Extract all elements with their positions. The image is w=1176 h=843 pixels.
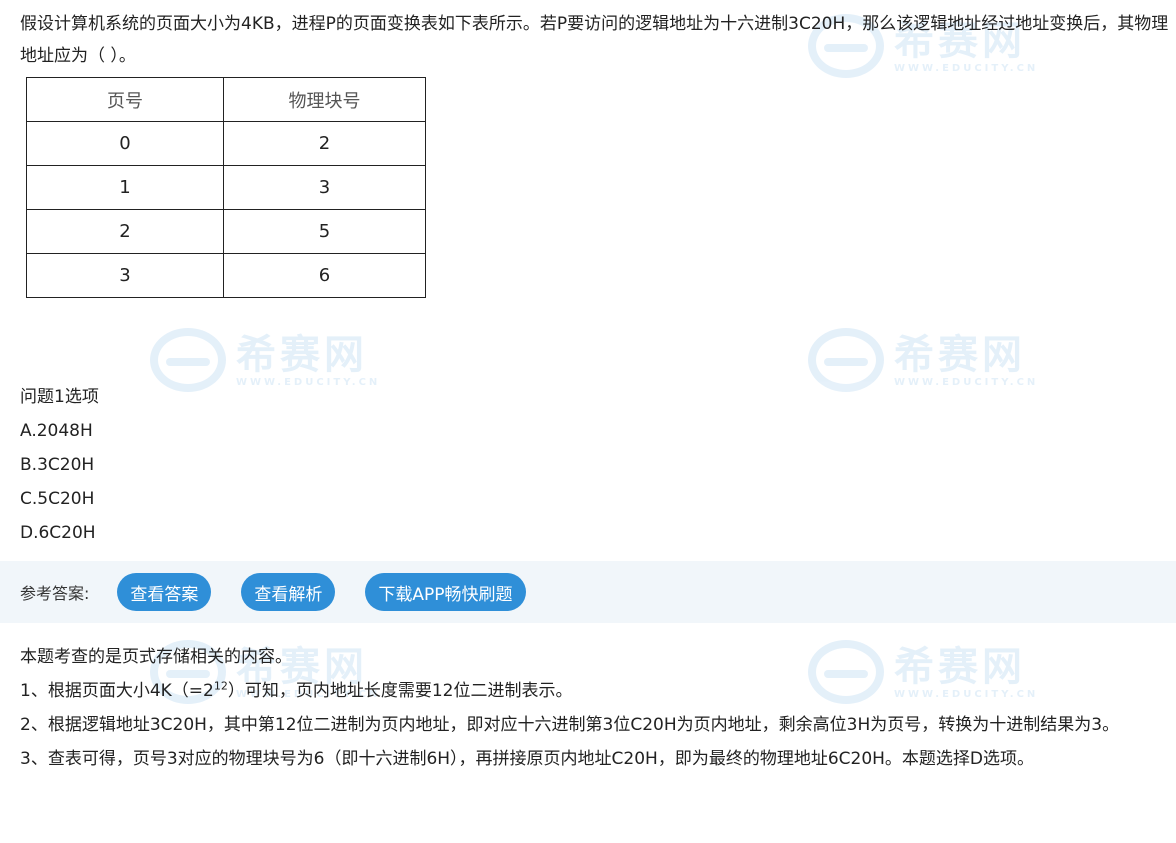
options-title: 问题1选项 <box>20 387 99 407</box>
analysis-intro: 本题考查的是页式存储相关的内容。 <box>20 647 292 667</box>
option-d[interactable]: D.6C20H <box>20 516 99 550</box>
table-cell: 5 <box>223 209 426 254</box>
table-cell: 3 <box>26 253 224 298</box>
option-a[interactable]: A.2048H <box>20 414 99 448</box>
option-c[interactable]: C.5C20H <box>20 482 99 516</box>
option-b[interactable]: B.3C20H <box>20 448 99 482</box>
table-cell: 2 <box>26 209 224 254</box>
table-cell: 2 <box>223 121 426 166</box>
analysis-step-1: 1、根据页面大小4K（=212）可知，页内地址长度需要12位二进制表示。 <box>20 679 573 701</box>
question-text: 假设计算机系统的页面大小为4KB，进程P的页面变换表如下表所示。若P要访问的逻辑… <box>20 14 1169 66</box>
page-table: 页号 物理块号 0 2 1 3 2 5 3 6 <box>26 77 426 298</box>
table-row: 3 6 <box>26 253 426 298</box>
table-cell: 6 <box>223 253 426 298</box>
options-list: 问题1选项 A.2048H B.3C20H C.5C20H D.6C20H <box>20 380 99 550</box>
table-row: 0 2 <box>26 121 426 166</box>
table-row: 2 5 <box>26 209 426 254</box>
table-row: 1 3 <box>26 165 426 210</box>
download-app-button[interactable]: 下载APP畅快刷题 <box>365 573 526 611</box>
table-cell: 0 <box>26 121 224 166</box>
view-answer-button[interactable]: 查看答案 <box>117 573 212 611</box>
table-header-cell: 物理块号 <box>223 77 426 122</box>
watermark: 希赛网 WWW.EDUCITY.CN <box>808 328 1038 392</box>
table-header-cell: 页号 <box>26 77 224 122</box>
table-cell: 1 <box>26 165 224 210</box>
table-header-row: 页号 物理块号 <box>26 77 426 122</box>
watermark-logo-icon <box>150 328 226 392</box>
answer-bar: 参考答案: 查看答案 查看解析 下载APP畅快刷题 <box>0 561 1176 623</box>
watermark-logo-icon <box>808 328 884 392</box>
table-cell: 3 <box>223 165 426 210</box>
analysis-step-2: 2、根据逻辑地址3C20H，其中第12位二进制为页内地址，即对应十六进制第3位C… <box>20 715 1120 735</box>
view-analysis-button[interactable]: 查看解析 <box>241 573 336 611</box>
watermark: 希赛网 WWW.EDUCITY.CN <box>150 328 380 392</box>
analysis-step-3: 3、查表可得，页号3对应的物理块号为6（即十六进制6H），再拼接原页内地址C20… <box>20 749 1035 769</box>
analysis-section: 本题考查的是页式存储相关的内容。 1、根据页面大小4K（=212）可知，页内地址… <box>20 640 1160 776</box>
answer-label: 参考答案: <box>20 584 90 603</box>
